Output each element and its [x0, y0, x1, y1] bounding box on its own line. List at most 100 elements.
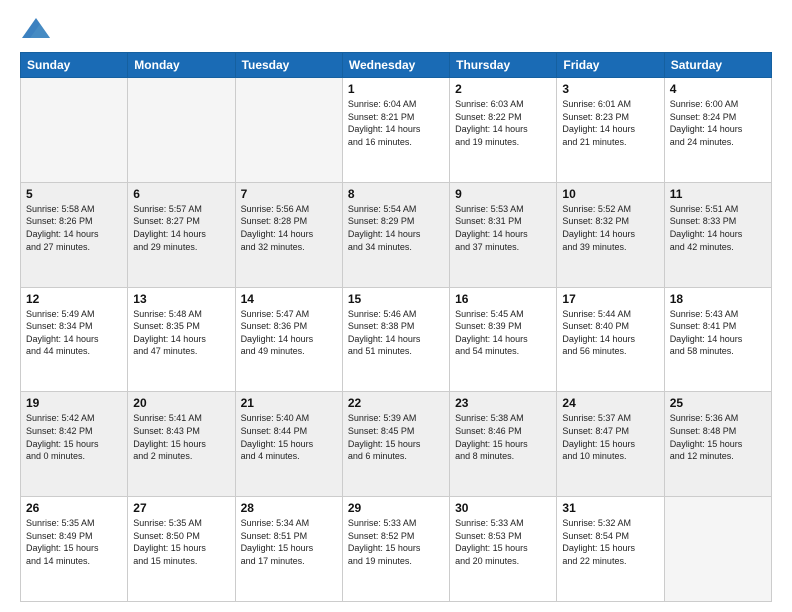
day-info: Sunrise: 5:54 AMSunset: 8:29 PMDaylight:…	[348, 203, 444, 253]
calendar-cell	[235, 78, 342, 183]
day-number: 30	[455, 501, 551, 515]
calendar-cell	[21, 78, 128, 183]
day-number: 16	[455, 292, 551, 306]
day-info: Sunrise: 6:03 AMSunset: 8:22 PMDaylight:…	[455, 98, 551, 148]
calendar-cell: 30 Sunrise: 5:33 AMSunset: 8:53 PMDayligh…	[450, 497, 557, 602]
day-number: 6	[133, 187, 229, 201]
day-number: 12	[26, 292, 122, 306]
day-number: 10	[562, 187, 658, 201]
calendar-cell: 3Sunrise: 6:01 AMSunset: 8:23 PMDaylight…	[557, 78, 664, 183]
day-info: Sunrise: 5:35 AMSunset: 8:50 PMDaylight:…	[133, 517, 229, 567]
calendar-cell: 28 Sunrise: 5:34 AMSunset: 8:51 PMDayligh…	[235, 497, 342, 602]
calendar-cell: 6 Sunrise: 5:57 AMSunset: 8:27 PMDaylight…	[128, 182, 235, 287]
day-number: 17	[562, 292, 658, 306]
day-info: Sunrise: 5:51 AMSunset: 8:33 PMDaylight:…	[670, 203, 766, 253]
logo-icon	[20, 16, 52, 44]
calendar-cell: 13 Sunrise: 5:48 AMSunset: 8:35 PMDayligh…	[128, 287, 235, 392]
day-number: 5	[26, 187, 122, 201]
day-info: Sunrise: 5:36 AMSunset: 8:48 PMDaylight:…	[670, 412, 766, 462]
day-number: 23	[455, 396, 551, 410]
day-number: 4	[670, 82, 766, 96]
calendar-cell	[128, 78, 235, 183]
day-info: Sunrise: 5:32 AMSunset: 8:54 PMDaylight:…	[562, 517, 658, 567]
day-info: Sunrise: 5:47 AMSunset: 8:36 PMDaylight:…	[241, 308, 337, 358]
day-number: 9	[455, 187, 551, 201]
day-number: 27	[133, 501, 229, 515]
day-number: 11	[670, 187, 766, 201]
calendar-cell: 15 Sunrise: 5:46 AMSunset: 8:38 PMDayligh…	[342, 287, 449, 392]
weekday-header-thursday: Thursday	[450, 53, 557, 78]
day-info: Sunrise: 6:00 AMSunset: 8:24 PMDaylight:…	[670, 98, 766, 148]
day-number: 24	[562, 396, 658, 410]
weekday-header-monday: Monday	[128, 53, 235, 78]
day-info: Sunrise: 5:33 AMSunset: 8:52 PMDaylight:…	[348, 517, 444, 567]
day-number: 15	[348, 292, 444, 306]
calendar-cell: 14 Sunrise: 5:47 AMSunset: 8:36 PMDayligh…	[235, 287, 342, 392]
day-info: Sunrise: 5:41 AMSunset: 8:43 PMDaylight:…	[133, 412, 229, 462]
day-number: 25	[670, 396, 766, 410]
calendar-cell: 10Sunrise: 5:52 AMSunset: 8:32 PMDayligh…	[557, 182, 664, 287]
day-info: Sunrise: 5:35 AMSunset: 8:49 PMDaylight:…	[26, 517, 122, 567]
calendar-cell: 17 Sunrise: 5:44 AMSunset: 8:40 PMDayligh…	[557, 287, 664, 392]
day-number: 7	[241, 187, 337, 201]
day-number: 8	[348, 187, 444, 201]
day-number: 19	[26, 396, 122, 410]
day-info: Sunrise: 5:33 AMSunset: 8:53 PMDaylight:…	[455, 517, 551, 567]
day-info: Sunrise: 5:40 AMSunset: 8:44 PMDaylight:…	[241, 412, 337, 462]
weekday-header-tuesday: Tuesday	[235, 53, 342, 78]
day-info: Sunrise: 5:39 AMSunset: 8:45 PMDaylight:…	[348, 412, 444, 462]
calendar-cell: 4 Sunrise: 6:00 AMSunset: 8:24 PMDaylight…	[664, 78, 771, 183]
weekday-header-sunday: Sunday	[21, 53, 128, 78]
day-info: Sunrise: 5:42 AMSunset: 8:42 PMDaylight:…	[26, 412, 122, 462]
calendar-cell: 19 Sunrise: 5:42 AMSunset: 8:42 PMDayligh…	[21, 392, 128, 497]
calendar-cell: 26 Sunrise: 5:35 AMSunset: 8:49 PMDayligh…	[21, 497, 128, 602]
day-number: 21	[241, 396, 337, 410]
calendar-cell: 2 Sunrise: 6:03 AMSunset: 8:22 PMDaylight…	[450, 78, 557, 183]
day-number: 22	[348, 396, 444, 410]
calendar-cell: 11 Sunrise: 5:51 AMSunset: 8:33 PMDayligh…	[664, 182, 771, 287]
logo	[20, 16, 56, 44]
calendar-cell: 9Sunrise: 5:53 AMSunset: 8:31 PMDaylight…	[450, 182, 557, 287]
day-info: Sunrise: 6:01 AMSunset: 8:23 PMDaylight:…	[562, 98, 658, 148]
calendar-cell: 20 Sunrise: 5:41 AMSunset: 8:43 PMDayligh…	[128, 392, 235, 497]
day-number: 28	[241, 501, 337, 515]
calendar-cell: 1 Sunrise: 6:04 AMSunset: 8:21 PMDaylight…	[342, 78, 449, 183]
day-info: Sunrise: 5:34 AMSunset: 8:51 PMDaylight:…	[241, 517, 337, 567]
day-number: 29	[348, 501, 444, 515]
calendar-cell: 18Sunrise: 5:43 AMSunset: 8:41 PMDayligh…	[664, 287, 771, 392]
calendar-cell: 16Sunrise: 5:45 AMSunset: 8:39 PMDayligh…	[450, 287, 557, 392]
calendar-cell: 12 Sunrise: 5:49 AMSunset: 8:34 PMDayligh…	[21, 287, 128, 392]
calendar-table: SundayMondayTuesdayWednesdayThursdayFrid…	[20, 52, 772, 602]
calendar-cell: 31 Sunrise: 5:32 AMSunset: 8:54 PMDayligh…	[557, 497, 664, 602]
calendar-cell: 7 Sunrise: 5:56 AMSunset: 8:28 PMDaylight…	[235, 182, 342, 287]
calendar-cell: 5 Sunrise: 5:58 AMSunset: 8:26 PMDaylight…	[21, 182, 128, 287]
day-info: Sunrise: 5:37 AMSunset: 8:47 PMDaylight:…	[562, 412, 658, 462]
day-info: Sunrise: 5:57 AMSunset: 8:27 PMDaylight:…	[133, 203, 229, 253]
calendar-cell: 27 Sunrise: 5:35 AMSunset: 8:50 PMDayligh…	[128, 497, 235, 602]
day-number: 18	[670, 292, 766, 306]
day-info: Sunrise: 5:44 AMSunset: 8:40 PMDaylight:…	[562, 308, 658, 358]
day-info: Sunrise: 5:58 AMSunset: 8:26 PMDaylight:…	[26, 203, 122, 253]
day-info: Sunrise: 5:48 AMSunset: 8:35 PMDaylight:…	[133, 308, 229, 358]
calendar-cell: 22 Sunrise: 5:39 AMSunset: 8:45 PMDayligh…	[342, 392, 449, 497]
day-number: 13	[133, 292, 229, 306]
day-number: 20	[133, 396, 229, 410]
calendar-cell: 8 Sunrise: 5:54 AMSunset: 8:29 PMDaylight…	[342, 182, 449, 287]
day-info: Sunrise: 5:46 AMSunset: 8:38 PMDaylight:…	[348, 308, 444, 358]
header	[20, 16, 772, 44]
day-number: 2	[455, 82, 551, 96]
day-info: Sunrise: 6:04 AMSunset: 8:21 PMDaylight:…	[348, 98, 444, 148]
day-number: 31	[562, 501, 658, 515]
day-number: 26	[26, 501, 122, 515]
page: SundayMondayTuesdayWednesdayThursdayFrid…	[0, 0, 792, 612]
weekday-header-wednesday: Wednesday	[342, 53, 449, 78]
day-info: Sunrise: 5:49 AMSunset: 8:34 PMDaylight:…	[26, 308, 122, 358]
day-number: 1	[348, 82, 444, 96]
weekday-header-saturday: Saturday	[664, 53, 771, 78]
day-info: Sunrise: 5:56 AMSunset: 8:28 PMDaylight:…	[241, 203, 337, 253]
day-number: 14	[241, 292, 337, 306]
day-info: Sunrise: 5:38 AMSunset: 8:46 PMDaylight:…	[455, 412, 551, 462]
calendar-cell: 24 Sunrise: 5:37 AMSunset: 8:47 PMDayligh…	[557, 392, 664, 497]
calendar-cell	[664, 497, 771, 602]
calendar-cell: 29 Sunrise: 5:33 AMSunset: 8:52 PMDayligh…	[342, 497, 449, 602]
